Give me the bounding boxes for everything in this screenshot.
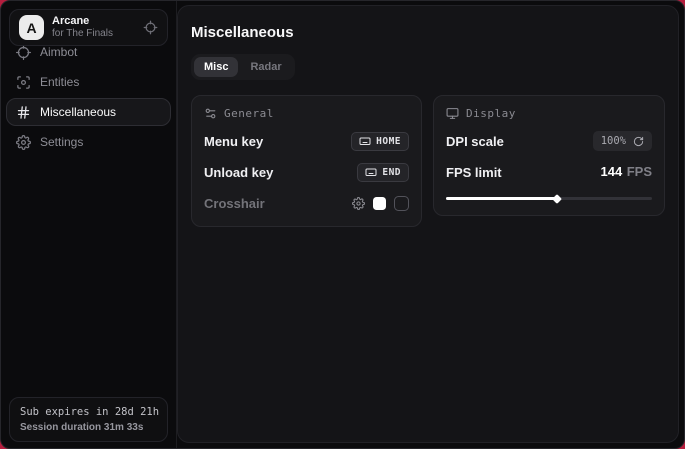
dpi-scale-label: DPI scale [446,134,504,149]
dpi-scale-select[interactable]: 100% [593,131,652,151]
unload-key-row: Unload key END [204,162,409,182]
grid-icon [16,105,31,120]
app-window: A Arcane for The Finals Category Aimbot [0,0,685,449]
entities-icon [16,75,31,90]
crosshair-label: Crosshair [204,196,265,211]
unload-key-bind-button[interactable]: END [357,163,409,182]
subscription-card: Sub expires in 28d 21h Session duration … [9,397,168,442]
unload-key-value: END [382,167,401,178]
sidebar-item-label: Miscellaneous [40,105,116,119]
app-name: Arcane [52,15,113,28]
crosshair-checkbox[interactable] [394,196,409,211]
general-card: General Menu key HOME Unload key [191,95,422,227]
crosshair-icon [16,45,31,60]
logo-card: A Arcane for The Finals [9,9,168,46]
fps-limit-unit: FPS [627,164,652,179]
tab-misc[interactable]: Misc [194,57,238,77]
slider-fill [446,197,557,200]
sidebar: A Arcane for The Finals Category Aimbot [1,1,177,448]
page-title: Miscellaneous [191,24,665,41]
sub-expires-text: Sub expires in 28d 21h [20,406,157,418]
sidebar-item-settings[interactable]: Settings [6,128,171,156]
keyboard-icon [365,166,377,178]
tab-radar[interactable]: Radar [240,57,291,77]
menu-key-row: Menu key HOME [204,131,409,151]
rotate-refresh-icon [633,136,644,147]
session-duration-text: Session duration 31m 33s [20,422,157,433]
menu-key-bind-button[interactable]: HOME [351,132,409,151]
gear-icon [16,135,31,150]
display-card: Display DPI scale 100% FPS limit [433,95,665,216]
display-card-title: Display [466,107,516,120]
monitor-icon [446,107,459,120]
fps-limit-row: FPS limit 144 FPS [446,162,652,182]
main-panel: Miscellaneous Misc Radar General Menu ke… [177,5,679,443]
tab-bar: Misc Radar [191,54,295,80]
fps-limit-label: FPS limit [446,165,502,180]
cards-row: General Menu key HOME Unload key [191,95,665,227]
crosshair-row: Crosshair [204,193,409,213]
general-card-title: General [224,107,274,120]
menu-key-value: HOME [376,136,401,147]
slider-thumb[interactable] [552,194,562,204]
sidebar-nav: Aimbot Entities Miscellaneous [1,38,176,156]
fps-limit-slider[interactable] [446,195,652,202]
unload-key-label: Unload key [204,165,273,180]
sidebar-item-label: Settings [40,135,83,149]
keyboard-icon [359,135,371,147]
crosshair-color-swatch[interactable] [373,197,386,210]
crosshair-settings-gear-icon[interactable] [352,197,365,210]
fps-limit-value: 144 [601,164,623,179]
app-subtitle: for The Finals [52,28,113,40]
app-logo: A [19,15,44,40]
scope-target-icon[interactable] [143,20,158,35]
sidebar-item-label: Aimbot [40,45,77,59]
dpi-scale-row: DPI scale 100% [446,131,652,151]
dpi-scale-value: 100% [601,135,626,147]
sidebar-item-miscellaneous[interactable]: Miscellaneous [6,98,171,126]
sliders-icon [204,107,217,120]
sidebar-item-label: Entities [40,75,79,89]
menu-key-label: Menu key [204,134,263,149]
sidebar-item-entities[interactable]: Entities [6,68,171,96]
